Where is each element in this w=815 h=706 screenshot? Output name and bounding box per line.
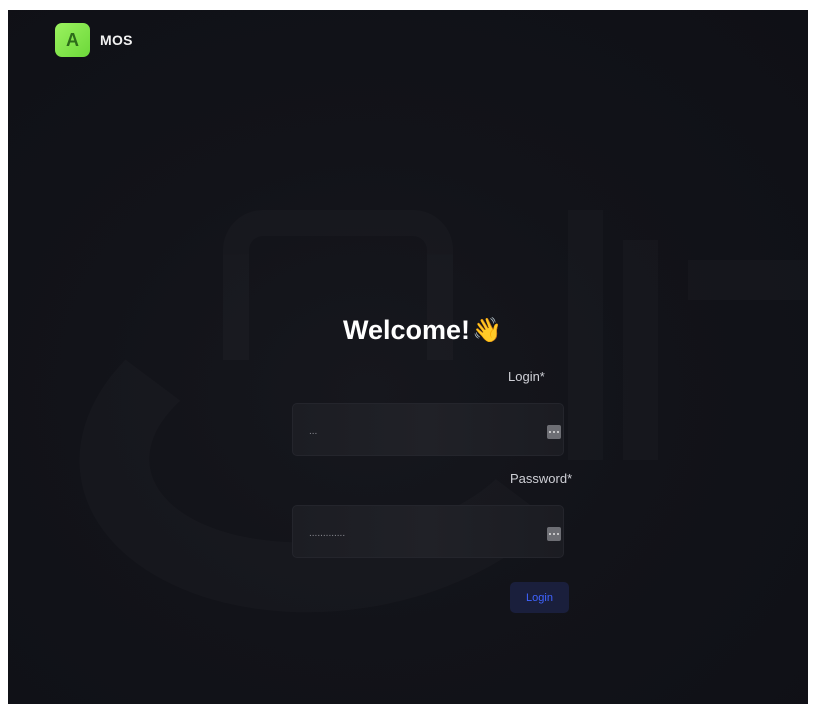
autofill-icon[interactable] (547, 425, 561, 439)
watermark-bar (568, 210, 603, 460)
waving-hand-icon: 👋 (472, 316, 502, 344)
welcome-title: Welcome! (343, 315, 471, 345)
password-field[interactable] (292, 505, 564, 558)
password-label: Password* (510, 471, 573, 486)
brand[interactable]: A MOS (55, 23, 133, 57)
watermark-bar (688, 260, 808, 300)
login-input[interactable] (309, 422, 529, 440)
password-input[interactable] (309, 524, 529, 542)
logo-icon: A (55, 23, 90, 57)
login-screen: A MOS Welcome! 👋 Login* Password* Login (8, 10, 808, 704)
autofill-icon[interactable] (547, 527, 561, 541)
welcome-heading: Welcome! 👋 (343, 315, 502, 346)
login-label: Login* (508, 369, 545, 384)
brand-name: MOS (100, 32, 133, 48)
login-field[interactable] (292, 403, 564, 456)
login-button[interactable]: Login (510, 582, 569, 613)
watermark-bar (623, 240, 658, 460)
